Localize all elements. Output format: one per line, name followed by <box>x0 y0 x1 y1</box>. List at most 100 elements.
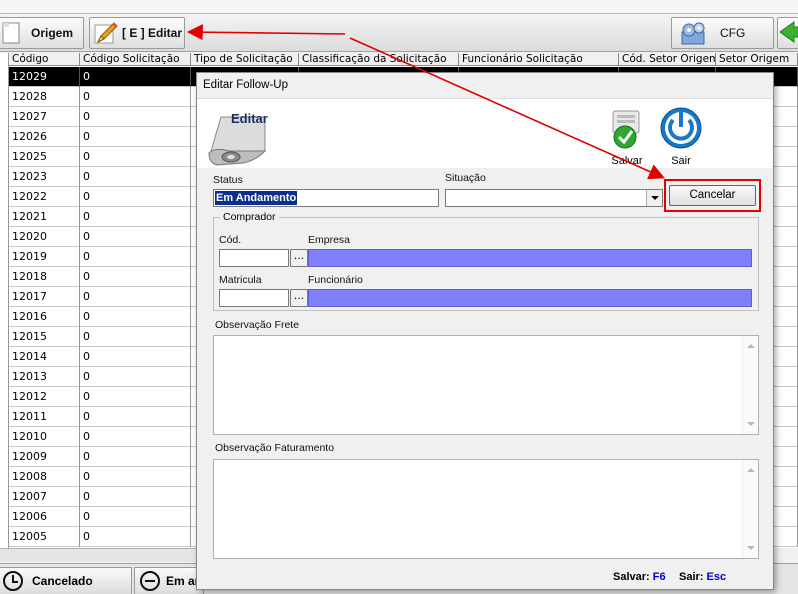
document-icon <box>1 20 27 46</box>
cancelar-button[interactable]: Cancelar <box>669 185 756 206</box>
minus-circle-icon <box>140 571 160 591</box>
power-icon <box>660 107 702 149</box>
comprador-group: Comprador Cód. ... Empresa Matricula ...… <box>213 211 759 311</box>
editar-label: [ E ] Editar <box>122 26 183 40</box>
cell-codigo-solicitacao: 0 <box>80 367 191 387</box>
obs-frete-label: Observação Frete <box>215 319 300 331</box>
shortcut-sair-key: Esc <box>706 571 727 583</box>
cell-codigo-solicitacao: 0 <box>80 187 191 207</box>
obs-frete-textarea[interactable] <box>213 335 759 435</box>
cell-codigo-solicitacao: 0 <box>80 387 191 407</box>
cfg-button[interactable]: CFG <box>671 17 774 49</box>
shortcut-salvar-label: Salvar: <box>613 571 650 583</box>
sair-button[interactable]: Sair <box>655 105 707 167</box>
dialog-title: Editar Follow-Up <box>203 79 288 91</box>
cell-codigo: 12005 <box>9 527 80 547</box>
matricula-label: Matricula <box>219 274 262 286</box>
cell-codigo-solicitacao: 0 <box>80 147 191 167</box>
cell-codigo-solicitacao: 0 <box>80 527 191 547</box>
cell-codigo: 12019 <box>9 247 80 267</box>
clock-icon <box>3 571 23 591</box>
back-button[interactable] <box>777 17 798 49</box>
dialog-heading: Editar <box>231 111 268 126</box>
chevron-down-icon[interactable] <box>646 190 662 206</box>
save-check-icon <box>612 110 640 149</box>
col-codigo-solicitacao[interactable]: Código Solicitação <box>80 53 191 66</box>
cell-codigo-solicitacao: 0 <box>80 247 191 267</box>
cell-codigo-solicitacao: 0 <box>80 407 191 427</box>
sair-label: Sair <box>671 155 691 167</box>
cod-lookup-button[interactable]: ... <box>290 249 308 267</box>
col-cod-setor-origem[interactable]: Cód. Setor Origem <box>619 53 716 66</box>
obs-fat-textarea[interactable] <box>213 459 759 559</box>
tab-em-andamento[interactable]: Em an <box>134 567 204 594</box>
situacao-label: Situação <box>445 172 486 184</box>
funcionario-field <box>308 289 752 307</box>
cell-codigo-solicitacao: 0 <box>80 347 191 367</box>
top-strip <box>0 0 798 14</box>
cell-codigo: 12006 <box>9 507 80 527</box>
empresa-label: Empresa <box>308 234 351 246</box>
cell-codigo-solicitacao: 0 <box>80 107 191 127</box>
salvar-label: Salvar <box>611 155 643 167</box>
status-field[interactable]: Em Andamento <box>213 189 439 207</box>
cell-codigo-solicitacao: 0 <box>80 87 191 107</box>
shortcut-salvar-key: F6 <box>652 571 666 583</box>
cell-codigo: 12029 <box>9 67 80 87</box>
cell-codigo: 12015 <box>9 327 80 347</box>
cell-codigo: 12017 <box>9 287 80 307</box>
shortcut-salvar: Salvar: F6 <box>613 571 666 583</box>
origem-button[interactable]: Origem <box>0 17 84 49</box>
col-funcionario[interactable]: Funcionário Solicitação <box>459 53 619 66</box>
col-tipo-solicitacao[interactable]: Tipo de Solicitação <box>191 53 299 66</box>
dialog-header: Editar Salvar Sair <box>197 98 773 168</box>
cell-codigo-solicitacao: 0 <box>80 487 191 507</box>
editar-followup-dialog: Editar Follow-Up Editar Salvar Sair Stat… <box>196 72 774 590</box>
cod-field[interactable] <box>219 249 289 267</box>
editar-button[interactable]: [ E ] Editar <box>89 17 185 49</box>
col-codigo[interactable]: Código <box>9 53 80 66</box>
situacao-select[interactable] <box>445 189 663 207</box>
horizontal-scrollbar[interactable] <box>0 548 200 562</box>
cell-codigo: 12009 <box>9 447 80 467</box>
row-indicator-column <box>0 53 9 548</box>
obs-fat-scrollbar[interactable] <box>742 460 758 558</box>
cell-codigo-solicitacao: 0 <box>80 467 191 487</box>
shortcut-sair: Sair: Esc <box>679 571 726 583</box>
cell-codigo: 12022 <box>9 187 80 207</box>
app-window: Origem [ E ] Editar CFG Código Código So… <box>0 0 798 594</box>
cell-codigo: 12028 <box>9 87 80 107</box>
obs-frete-scrollbar[interactable] <box>742 336 758 434</box>
col-classificacao[interactable]: Classificação da Solicitação <box>299 53 459 66</box>
settings-icon <box>680 20 706 46</box>
cell-codigo: 12007 <box>9 487 80 507</box>
cell-codigo-solicitacao: 0 <box>80 427 191 447</box>
matricula-field[interactable] <box>219 289 289 307</box>
status-label: Status <box>213 174 243 186</box>
cell-codigo: 12012 <box>9 387 80 407</box>
matricula-lookup-button[interactable]: ... <box>290 289 308 307</box>
cfg-label: CFG <box>720 26 746 40</box>
status-value: Em Andamento <box>215 191 298 205</box>
tab-cancelado[interactable]: Cancelado <box>0 567 132 594</box>
grid-header: Código Código Solicitação Tipo de Solici… <box>0 53 798 66</box>
cell-codigo: 12010 <box>9 427 80 447</box>
cell-codigo-solicitacao: 0 <box>80 67 191 87</box>
cell-codigo: 12008 <box>9 467 80 487</box>
cell-codigo: 12025 <box>9 147 80 167</box>
cancelar-highlight: Cancelar <box>664 179 761 212</box>
cell-codigo-solicitacao: 0 <box>80 447 191 467</box>
cell-codigo-solicitacao: 0 <box>80 207 191 227</box>
cell-codigo: 12027 <box>9 107 80 127</box>
cell-codigo-solicitacao: 0 <box>80 127 191 147</box>
obs-fat-label: Observação Faturamento <box>215 442 335 454</box>
col-setor-origem[interactable]: Setor Origem <box>716 53 798 66</box>
salvar-button[interactable]: Salvar <box>601 105 653 167</box>
cell-codigo: 12016 <box>9 307 80 327</box>
comprador-title: Comprador <box>220 211 279 223</box>
cell-codigo-solicitacao: 0 <box>80 227 191 247</box>
back-arrow-icon <box>779 20 798 46</box>
cell-codigo: 12021 <box>9 207 80 227</box>
cell-codigo: 12014 <box>9 347 80 367</box>
cell-codigo: 12018 <box>9 267 80 287</box>
